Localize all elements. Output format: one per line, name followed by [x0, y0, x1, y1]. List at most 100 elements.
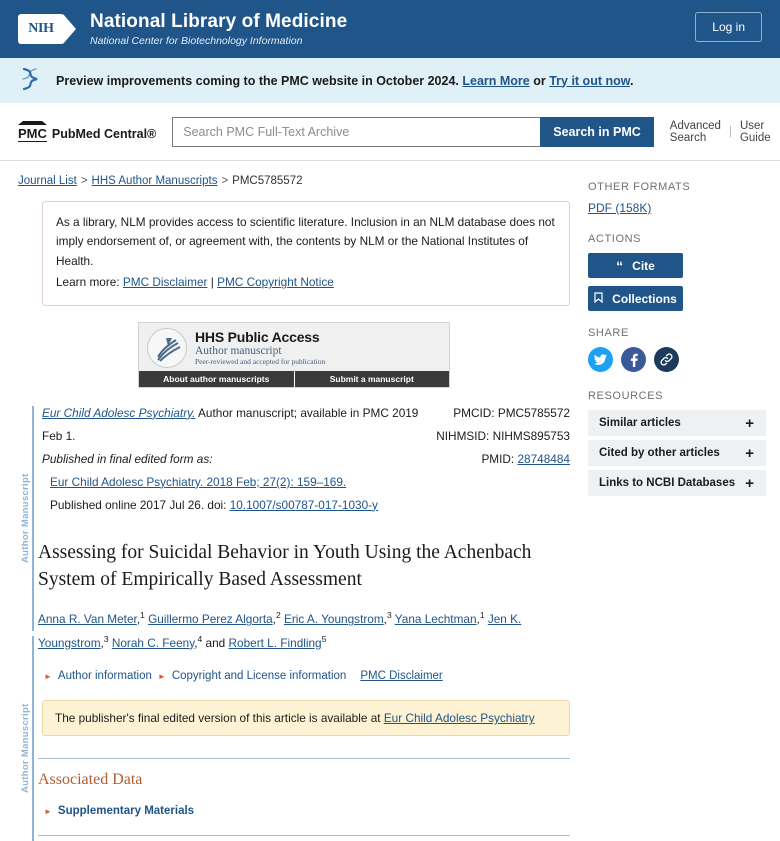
submit-a-manuscript-tab[interactable]: Submit a manuscript [295, 371, 450, 387]
pmid-link[interactable]: 28748484 [518, 452, 571, 466]
site-title: National Library of Medicine [90, 11, 348, 33]
author-manuscript-strip-1: Author Manuscript [20, 406, 34, 631]
author-link[interactable]: Yana Lechtman [395, 612, 477, 626]
nih-header: NIH National Library of Medicine Nationa… [0, 0, 780, 58]
author-affiliation-sup: 3 [386, 610, 392, 621]
triangle-right-icon: ► [44, 671, 52, 681]
actions-heading: ACTIONS [588, 233, 642, 245]
resource-similar-articles[interactable]: Similar articles + [588, 410, 766, 436]
user-guide-link[interactable]: User Guide [740, 120, 771, 144]
hhs-public-access-banner: HHS Public Access Author manuscript Peer… [138, 321, 450, 388]
authors-and-word: and [205, 635, 226, 650]
pmc-copyright-notice-link[interactable]: PMC Copyright Notice [217, 275, 334, 289]
nlm-notice-text: As a library, NLM provides access to sci… [56, 215, 555, 268]
link-separator: | [728, 125, 732, 138]
author-affiliation-sup: 3 [103, 633, 109, 644]
pmc-name: PubMed Central® [51, 127, 157, 141]
copyright-license-toggle[interactable]: Copyright and License information [172, 670, 347, 682]
doi-link[interactable]: 10.1007/s00787-017-1030-y [230, 498, 378, 512]
collections-button[interactable]: Collections [588, 286, 683, 311]
resource-label: Cited by other articles [599, 447, 720, 459]
resource-label: Links to NCBI Databases [599, 477, 736, 489]
breadcrumb-sep-1: > [80, 175, 88, 187]
login-button[interactable]: Log in [695, 12, 762, 42]
resource-links-to-ncbi-databases[interactable]: Links to NCBI Databases + [588, 470, 766, 496]
journal-link[interactable]: Eur Child Adolesc Psychiatry. [42, 406, 195, 420]
hhs-seal-icon [147, 327, 187, 368]
publisher-note-link[interactable]: Eur Child Adolesc Psychiatry [384, 711, 535, 725]
author-link[interactable]: Norah C. Feeny [112, 636, 194, 650]
site-subtitle: National Center for Biotechnology Inform… [90, 34, 303, 47]
published-online-label: Published online 2017 Jul 26. doi: [50, 497, 227, 512]
about-author-manuscripts-tab[interactable]: About author manuscripts [139, 370, 295, 387]
breadcrumb-hhs-author-manuscripts[interactable]: HHS Author Manuscripts [92, 175, 218, 187]
sidebar: OTHER FORMATS PDF (158K) ACTIONS “ Cite … [588, 161, 780, 841]
nih-logo[interactable]: NIH National Library of Medicine Nationa… [18, 11, 347, 47]
breadcrumb: Journal List > HHS Author Manuscripts > PMC5… [0, 161, 588, 187]
nih-badge: NIH [18, 14, 64, 44]
plus-icon: + [745, 474, 754, 492]
author-information-toggle[interactable]: Author information [58, 670, 152, 682]
advanced-search-link[interactable]: Advanced Search [670, 120, 721, 144]
facebook-icon[interactable] [621, 347, 646, 372]
page-title: Assessing for Suicidal Behavior in Youth… [38, 541, 532, 591]
pmc-disclaimer-link[interactable]: PMC Disclaimer [123, 275, 208, 289]
share-icon-row [588, 347, 766, 372]
plus-icon: + [745, 444, 754, 462]
search-input[interactable] [172, 116, 541, 147]
pmc-logo[interactable]: PMC PubMed Central® [18, 121, 156, 142]
author-link[interactable]: Robert L. Findling [229, 636, 322, 650]
page-body: Author Manuscript Author Manuscript Jour… [0, 161, 780, 841]
pdf-download-link[interactable]: PDF (158K) [588, 201, 766, 215]
triangle-right-icon: ► [157, 671, 166, 681]
pmid-label: PMID: [481, 451, 515, 466]
breadcrumb-pmcid: PMC5785572 [232, 175, 303, 187]
try-it-out-link[interactable]: Try it out now [549, 74, 630, 88]
preview-banner: Preview improvements coming to the PMC w… [0, 58, 780, 103]
hhs-title: HHS Public Access [195, 328, 320, 345]
publisher-version-note: The publisher's final edited version of … [42, 700, 570, 737]
breadcrumb-sep-2: > [221, 175, 229, 187]
triangle-right-icon: ► [44, 806, 52, 816]
author-link[interactable]: Guillermo Perez Algorta [148, 612, 273, 626]
author-link[interactable]: Eric A. Youngstrom [284, 612, 384, 626]
author-manuscript-strip-2: Author Manuscript [20, 636, 34, 841]
nihmsid-label: NIHMSID: NIHMS895753 [436, 428, 570, 443]
nih-badge-text: NIH [28, 21, 54, 36]
nlm-notice: As a library, NLM provides access to sci… [42, 201, 570, 306]
helix-icon [20, 67, 42, 94]
nih-arrow-icon [63, 14, 76, 44]
final-citation-link[interactable]: Eur Child Adolesc Psychiatry. 2018 Feb; … [50, 475, 346, 489]
associated-data-heading: Associated Data [38, 771, 143, 789]
publisher-note-text: The publisher's final edited version of … [55, 711, 384, 726]
supplementary-materials-toggle[interactable]: ► Supplementary Materials [44, 805, 570, 817]
plus-icon: + [745, 414, 754, 432]
author-list: Anna R. Van Meter,1 Guillermo Perez Algo… [38, 607, 570, 654]
resources-heading: RESOURCES [588, 390, 664, 402]
resource-label: Similar articles [599, 417, 681, 429]
twitter-icon[interactable] [588, 347, 613, 372]
resource-cited-by-other-articles[interactable]: Cited by other articles + [588, 440, 766, 466]
cite-button[interactable]: “ Cite [588, 253, 683, 278]
learn-more-link[interactable]: Learn More [462, 74, 529, 88]
nlm-notice-learn-more-label: Learn more: [56, 275, 120, 290]
pmc-search-bar: PMC PubMed Central® Search in PMC Advanc… [0, 103, 780, 161]
pmcid-label: PMCID: PMC5785572 [453, 405, 570, 420]
main-column: Author Manuscript Author Manuscript Jour… [0, 161, 588, 841]
author-affiliation-sup: 2 [275, 610, 281, 621]
supplementary-materials-label: Supplementary Materials [57, 805, 195, 818]
author-link[interactable]: Anna R. Van Meter [38, 612, 137, 626]
section-divider [38, 758, 570, 760]
nlm-notice-pipe: | [210, 275, 214, 290]
article-pmc-disclaimer-link[interactable]: PMC Disclaimer [360, 670, 442, 682]
author-affiliation-sup: 1 [140, 610, 145, 621]
author-affiliation-sup: 5 [321, 633, 327, 644]
search-in-pmc-button[interactable]: Search in PMC [540, 116, 654, 147]
published-final-label: Published in final edited form as: [42, 451, 213, 466]
breadcrumb-journal-list[interactable]: Journal List [18, 175, 77, 187]
pmc-mark: PMC [18, 121, 47, 142]
permalink-icon[interactable] [654, 347, 679, 372]
section-divider [38, 835, 570, 837]
article-meta-links: ► Author information ► Copyright and Lic… [44, 670, 570, 682]
share-heading: SHARE [588, 327, 629, 339]
